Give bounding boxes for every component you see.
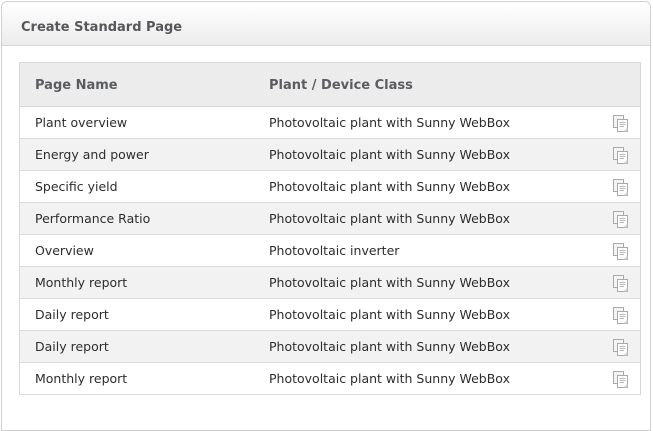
panel-title: Create Standard Page bbox=[21, 20, 183, 35]
device-class-cell: Photovoltaic plant with Sunny WebBox bbox=[269, 339, 510, 354]
table-row[interactable]: Plant overview Photovoltaic plant with S… bbox=[20, 107, 640, 139]
device-class-cell: Photovoltaic plant with Sunny WebBox bbox=[269, 275, 510, 290]
page-name-cell: Monthly report bbox=[35, 275, 128, 290]
table-row[interactable]: Overview Photovoltaic inverter bbox=[20, 235, 640, 267]
table-row[interactable]: Monthly report Photovoltaic plant with S… bbox=[20, 267, 640, 299]
table-row[interactable]: Energy and power Photovoltaic plant with… bbox=[20, 139, 640, 171]
device-class-cell: Photovoltaic plant with Sunny WebBox bbox=[269, 211, 510, 226]
column-header-page-name[interactable]: Page Name bbox=[35, 78, 118, 93]
copy-page-icon[interactable] bbox=[612, 178, 630, 197]
standard-pages-table: Page Name Plant / Device Class Plant ove… bbox=[19, 62, 641, 395]
page-name-cell: Daily report bbox=[35, 307, 109, 322]
table-header: Page Name Plant / Device Class bbox=[20, 63, 640, 107]
table-row[interactable]: Daily report Photovoltaic plant with Sun… bbox=[20, 299, 640, 331]
table-row[interactable]: Performance Ratio Photovoltaic plant wit… bbox=[20, 203, 640, 235]
copy-page-icon[interactable] bbox=[612, 306, 630, 325]
table-row[interactable]: Specific yield Photovoltaic plant with S… bbox=[20, 171, 640, 203]
page-name-cell: Energy and power bbox=[35, 147, 149, 162]
table-body: Plant overview Photovoltaic plant with S… bbox=[20, 107, 640, 395]
device-class-cell: Photovoltaic plant with Sunny WebBox bbox=[269, 371, 510, 386]
column-header-device-class[interactable]: Plant / Device Class bbox=[269, 78, 413, 93]
copy-page-icon[interactable] bbox=[612, 370, 630, 389]
copy-page-icon[interactable] bbox=[612, 242, 630, 261]
device-class-cell: Photovoltaic inverter bbox=[269, 243, 400, 258]
copy-page-icon[interactable] bbox=[612, 146, 630, 165]
page-name-cell: Monthly report bbox=[35, 371, 128, 386]
device-class-cell: Photovoltaic plant with Sunny WebBox bbox=[269, 179, 510, 194]
table-row[interactable]: Monthly report Photovoltaic plant with S… bbox=[20, 363, 640, 395]
device-class-cell: Photovoltaic plant with Sunny WebBox bbox=[269, 115, 510, 130]
page-name-cell: Overview bbox=[35, 243, 94, 258]
copy-page-icon[interactable] bbox=[612, 338, 630, 357]
page-name-cell: Specific yield bbox=[35, 179, 118, 194]
page-name-cell: Performance Ratio bbox=[35, 211, 151, 226]
device-class-cell: Photovoltaic plant with Sunny WebBox bbox=[269, 147, 510, 162]
device-class-cell: Photovoltaic plant with Sunny WebBox bbox=[269, 307, 510, 322]
copy-page-icon[interactable] bbox=[612, 114, 630, 133]
table-row[interactable]: Daily report Photovoltaic plant with Sun… bbox=[20, 331, 640, 363]
create-standard-page-panel: Create Standard Page Page Name Plant / D… bbox=[1, 1, 651, 431]
page-name-cell: Plant overview bbox=[35, 115, 128, 130]
copy-page-icon[interactable] bbox=[612, 210, 630, 229]
copy-page-icon[interactable] bbox=[612, 274, 630, 293]
page-name-cell: Daily report bbox=[35, 339, 109, 354]
